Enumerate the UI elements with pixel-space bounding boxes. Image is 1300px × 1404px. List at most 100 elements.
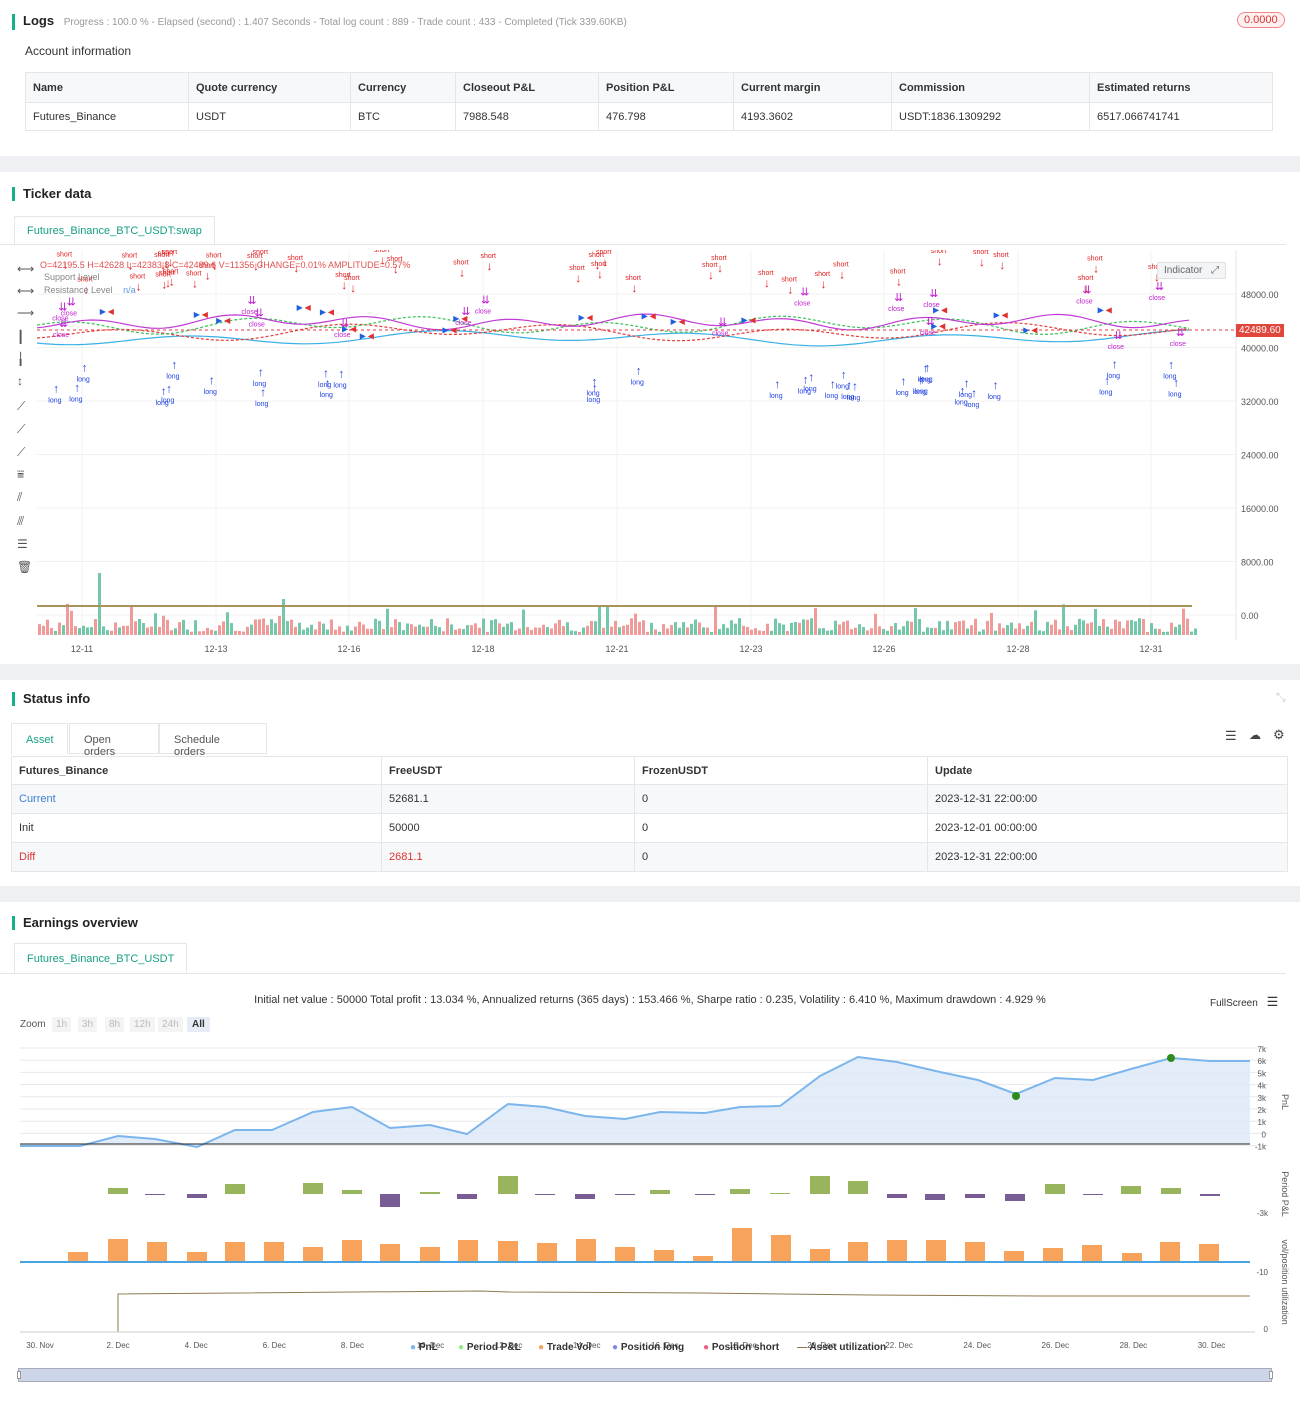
cloud-download-icon[interactable]: ☁ [1249, 728, 1261, 742]
volume-bar [186, 629, 189, 635]
volume-bar [1046, 621, 1049, 635]
period-bar [1121, 1186, 1141, 1194]
logs-title-text: Logs [23, 13, 55, 28]
volume-bar [634, 613, 637, 635]
zoom-all[interactable]: All [187, 1017, 210, 1032]
cell: 476.798 [598, 102, 734, 131]
earnings-summary: Initial net value : 50000 Total profit :… [254, 994, 1046, 1006]
tab-asset[interactable]: Asset [11, 723, 68, 755]
legend-label: Period P&L [466, 1342, 521, 1353]
volume-bar [82, 625, 85, 635]
volume-bar [638, 621, 641, 635]
candlestick-chart[interactable]: ↓short⇊close▶ ◀⇊close▶ ◀⇊close↑long▶ ◀↓shor… [0, 250, 1290, 670]
zoom-8h[interactable]: 8h [105, 1017, 125, 1032]
short-signal-label: short [815, 271, 831, 278]
long-signal-arrow: ↑ [852, 379, 858, 393]
collapse-icon[interactable]: ⤡ [1276, 690, 1286, 705]
zoom-12h[interactable]: 12h [130, 1017, 155, 1032]
period-bar [575, 1194, 595, 1199]
navigator-handle-left[interactable] [17, 1371, 21, 1379]
period-bar [1161, 1188, 1181, 1194]
volume-bar [598, 605, 601, 635]
volume-bar [298, 622, 301, 635]
utilization-line [20, 1290, 1250, 1333]
volume-bar [134, 621, 137, 635]
col-free: FreeUSDT [381, 756, 635, 785]
expand-icon[interactable]: ⤢ [1211, 265, 1219, 276]
navigator-scrollbar[interactable] [17, 1368, 1273, 1382]
ticker-grid [37, 250, 1236, 640]
volume-bar [246, 626, 249, 635]
row-label-current: Current [11, 784, 382, 814]
close-signal-arrow: ⇊ [718, 316, 727, 328]
menu-icon[interactable]: ☰ [1267, 994, 1279, 1009]
trade-vol-bar [498, 1241, 518, 1261]
earnings-tab[interactable]: Futures_Binance_BTC_USDT [14, 943, 188, 974]
close-signal-label: close [249, 321, 265, 328]
short-signal-arrow: ↓ [1084, 281, 1090, 295]
short-signal-label: short [993, 252, 1009, 259]
pnl-tick: 1k [1258, 1118, 1267, 1127]
volume-bar [446, 618, 449, 635]
volume-bar [686, 627, 689, 635]
tab-divider [0, 244, 1286, 245]
close-signal-arrow: ⇊ [800, 286, 809, 298]
volume-bar [778, 623, 781, 635]
volume-bar [774, 618, 777, 635]
volume-bar [786, 631, 789, 635]
volume-bar [642, 620, 645, 635]
tab-schedule-orders[interactable]: Schedule orders [159, 723, 267, 758]
legend-label: Position long [620, 1342, 685, 1353]
short-signal-arrow: ↓ [717, 261, 723, 275]
volume-bar [978, 631, 981, 635]
volume-bar [722, 624, 725, 635]
volume-bar [90, 627, 93, 635]
date-tick: 30. Dec [1198, 1341, 1226, 1350]
volume-bar [450, 624, 453, 635]
legend-position-long[interactable]: ● Position long [612, 1342, 684, 1353]
legend-pnl[interactable]: ● PnL [410, 1342, 438, 1353]
legend-position-short[interactable]: ● Position short [703, 1342, 779, 1353]
entry-marker: ▶ [579, 313, 586, 322]
volume-bar [78, 628, 81, 635]
volume-bar [818, 628, 821, 635]
period-bar [108, 1188, 128, 1194]
period-bar [225, 1184, 245, 1194]
volume-bar [1014, 628, 1017, 635]
zoom-24h[interactable]: 24h [158, 1017, 183, 1032]
fullscreen-button[interactable]: FullScreen ☰ [1210, 994, 1278, 1010]
list-icon[interactable]: ☰ [1225, 728, 1237, 744]
indicator-button[interactable]: Indicator ⤢ [1157, 262, 1227, 279]
volume-bar [762, 631, 765, 635]
period-bar [380, 1194, 400, 1207]
settings-icon[interactable]: ⚙ [1273, 727, 1285, 743]
cell: 0 [634, 784, 928, 814]
zoom-1h[interactable]: 1h [52, 1017, 72, 1032]
navigator-handle-right[interactable] [1269, 1371, 1273, 1379]
volume-bar [162, 615, 165, 635]
legend-period-pnl[interactable]: ● Period P&L [458, 1342, 521, 1353]
account-table: Name Quote currency Currency Closeout P&… [25, 72, 1273, 131]
trade-vol-bar [576, 1239, 596, 1261]
volume-bar [354, 626, 357, 635]
volume-bar [494, 619, 497, 635]
volume-bar [318, 621, 321, 635]
volume-bar [754, 628, 757, 635]
volume-bar [50, 628, 53, 635]
legend-asset-utilization[interactable]: — Asset utilization [797, 1342, 886, 1353]
legend-trade-vol[interactable]: ● Trade Vol [538, 1342, 591, 1353]
entry-marker: ▶ [931, 322, 938, 331]
zoom-3h[interactable]: 3h [78, 1017, 98, 1032]
tab-open-orders[interactable]: Open orders [69, 723, 159, 758]
legend-dot: ● [703, 1342, 710, 1353]
volume-bar [158, 626, 161, 635]
volume-bar [54, 630, 57, 635]
volume-bar [118, 627, 121, 635]
legend-dot: ● [538, 1342, 545, 1353]
ticker-tab[interactable]: Futures_Binance_BTC_USDT:swap [14, 216, 215, 245]
short-signal-label: short [130, 273, 146, 280]
volume-bar [526, 627, 529, 635]
volume-bar [150, 626, 153, 635]
volume-bar [458, 628, 461, 635]
exit-marker: ◀ [939, 322, 946, 331]
